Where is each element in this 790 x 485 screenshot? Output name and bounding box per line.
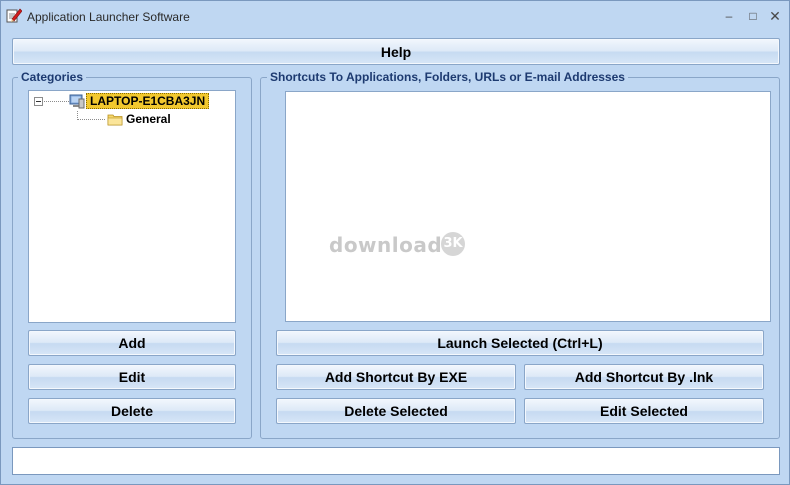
close-button[interactable]: ✕ xyxy=(763,6,787,26)
delete-category-button[interactable]: Delete xyxy=(28,398,236,424)
app-launcher-icon xyxy=(6,8,22,23)
shortcuts-list[interactable]: download 3K xyxy=(285,91,771,322)
categories-tree[interactable]: LAPTOP-E1CBA3JN General xyxy=(28,90,236,323)
watermark-badge: 3K xyxy=(441,232,465,256)
delete-selected-button[interactable]: Delete Selected xyxy=(276,398,516,424)
title-bar[interactable]: Application Launcher Software – □ ✕ xyxy=(1,1,789,33)
status-bar xyxy=(12,447,780,475)
edit-selected-button[interactable]: Edit Selected xyxy=(524,398,764,424)
computer-icon xyxy=(69,94,85,109)
app-window: Application Launcher Software – □ ✕ Help… xyxy=(0,0,790,485)
tree-connector xyxy=(77,119,105,120)
tree-node-general[interactable]: General xyxy=(126,112,171,126)
edit-category-button[interactable]: Edit xyxy=(28,364,236,390)
launch-selected-button[interactable]: Launch Selected (Ctrl+L) xyxy=(276,330,764,356)
add-category-button[interactable]: Add xyxy=(28,330,236,356)
add-shortcut-exe-button[interactable]: Add Shortcut By EXE xyxy=(276,364,516,390)
maximize-button[interactable]: □ xyxy=(741,6,765,26)
collapse-icon[interactable] xyxy=(34,97,43,106)
add-shortcut-lnk-button[interactable]: Add Shortcut By .lnk xyxy=(524,364,764,390)
shortcuts-legend: Shortcuts To Applications, Folders, URLs… xyxy=(267,70,628,84)
minimize-button[interactable]: – xyxy=(717,6,741,26)
categories-legend: Categories xyxy=(18,70,87,84)
watermark-text: download xyxy=(329,233,443,257)
tree-node-computer[interactable]: LAPTOP-E1CBA3JN xyxy=(86,93,210,109)
help-button[interactable]: Help xyxy=(12,38,780,65)
tree-connector xyxy=(44,101,69,102)
window-title: Application Launcher Software xyxy=(27,10,190,24)
folder-icon xyxy=(107,114,123,126)
